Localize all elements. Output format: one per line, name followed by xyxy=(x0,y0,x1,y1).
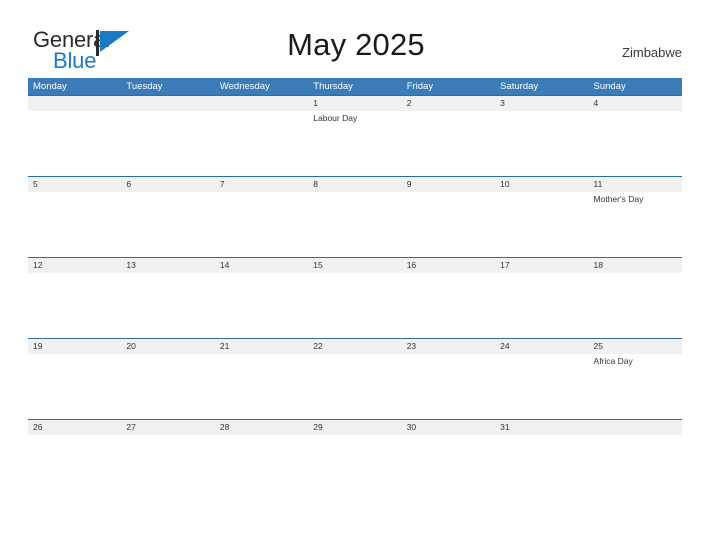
day-event xyxy=(402,192,495,256)
day-number[interactable]: 8 xyxy=(308,177,401,192)
day-number[interactable]: 20 xyxy=(121,339,214,354)
day-number[interactable]: 13 xyxy=(121,258,214,273)
weekday-thursday: Thursday xyxy=(313,81,353,92)
day-number[interactable] xyxy=(589,420,682,435)
calendar-grid: Monday Tuesday Wednesday Thursday Friday… xyxy=(28,78,682,441)
day-event xyxy=(121,273,214,337)
calendar-page: General Blue May 2025 Zimbabwe Monday Tu… xyxy=(0,0,712,550)
day-number[interactable]: 12 xyxy=(28,258,121,273)
weekday-saturday: Saturday xyxy=(500,81,539,92)
week-event-band xyxy=(28,273,682,337)
day-number[interactable]: 2 xyxy=(402,96,495,111)
day-number[interactable]: 1 xyxy=(308,96,401,111)
weekday-friday: Friday xyxy=(406,81,434,92)
day-event xyxy=(121,354,214,418)
week-event-band: Labour Day xyxy=(28,111,682,175)
day-event xyxy=(495,192,588,256)
day-number[interactable]: 26 xyxy=(28,420,121,435)
day-number[interactable]: 25 xyxy=(589,339,682,354)
week-event-band: Africa Day xyxy=(28,354,682,418)
day-number[interactable]: 27 xyxy=(121,420,214,435)
day-number[interactable]: 31 xyxy=(495,420,588,435)
day-event xyxy=(402,354,495,418)
day-number[interactable]: 14 xyxy=(215,258,308,273)
day-event xyxy=(28,111,121,175)
day-event xyxy=(589,111,682,175)
day-event xyxy=(402,111,495,175)
day-event: Africa Day xyxy=(593,356,633,366)
day-event xyxy=(215,192,308,256)
day-event xyxy=(28,354,121,418)
page-header: General Blue May 2025 Zimbabwe xyxy=(0,0,712,78)
day-event xyxy=(215,354,308,418)
day-number[interactable]: 9 xyxy=(402,177,495,192)
day-number[interactable]: 17 xyxy=(495,258,588,273)
week-row: 19 20 21 22 23 24 25 Africa Day xyxy=(28,338,682,419)
day-event: Labour Day xyxy=(313,113,358,123)
day-number[interactable]: 29 xyxy=(308,420,401,435)
day-number[interactable]: 16 xyxy=(402,258,495,273)
day-event xyxy=(28,192,121,256)
week-date-band: 1 2 3 4 xyxy=(28,96,682,111)
country-label: Zimbabwe xyxy=(622,45,682,60)
week-row: 5 6 7 8 9 10 11 Mother's Day xyxy=(28,176,682,257)
day-number[interactable] xyxy=(121,96,214,111)
day-number[interactable] xyxy=(28,96,121,111)
weekday-header-row: Monday Tuesday Wednesday Thursday Friday… xyxy=(28,78,682,95)
day-number[interactable]: 23 xyxy=(402,339,495,354)
day-event xyxy=(28,273,121,337)
week-date-band: 26 27 28 29 30 31 xyxy=(28,420,682,435)
week-row: 12 13 14 15 16 17 18 xyxy=(28,257,682,338)
day-number[interactable]: 7 xyxy=(215,177,308,192)
week-event-band: Mother's Day xyxy=(28,192,682,256)
day-number[interactable]: 18 xyxy=(589,258,682,273)
day-number[interactable]: 28 xyxy=(215,420,308,435)
day-number[interactable]: 21 xyxy=(215,339,308,354)
day-number[interactable]: 10 xyxy=(495,177,588,192)
day-number[interactable]: 5 xyxy=(28,177,121,192)
week-date-band: 12 13 14 15 16 17 18 xyxy=(28,258,682,273)
day-event xyxy=(308,273,401,337)
day-number[interactable]: 11 xyxy=(589,177,682,192)
day-number[interactable]: 3 xyxy=(495,96,588,111)
page-title: May 2025 xyxy=(287,27,425,62)
weekday-sunday: Sunday xyxy=(593,81,626,92)
day-event xyxy=(121,192,214,256)
day-event xyxy=(215,111,308,175)
day-event: Mother's Day xyxy=(593,194,644,204)
day-event xyxy=(121,111,214,175)
day-event xyxy=(495,273,588,337)
day-number[interactable]: 22 xyxy=(308,339,401,354)
weekday-monday: Monday xyxy=(33,81,67,92)
day-number[interactable]: 6 xyxy=(121,177,214,192)
day-number[interactable] xyxy=(215,96,308,111)
day-event xyxy=(495,354,588,418)
weekday-tuesday: Tuesday xyxy=(126,81,163,92)
week-date-band: 19 20 21 22 23 24 25 xyxy=(28,339,682,354)
weekday-wednesday: Wednesday xyxy=(219,81,270,92)
day-number[interactable]: 19 xyxy=(28,339,121,354)
week-row: 1 2 3 4 Labour Day xyxy=(28,95,682,176)
week-row: 26 27 28 29 30 31 xyxy=(28,419,682,441)
day-event xyxy=(215,273,308,337)
day-event xyxy=(495,111,588,175)
day-number[interactable]: 30 xyxy=(402,420,495,435)
day-number[interactable]: 15 xyxy=(308,258,401,273)
day-event xyxy=(402,273,495,337)
day-event xyxy=(308,354,401,418)
day-number[interactable]: 4 xyxy=(589,96,682,111)
day-number[interactable]: 24 xyxy=(495,339,588,354)
day-event xyxy=(589,273,682,337)
week-date-band: 5 6 7 8 9 10 11 xyxy=(28,177,682,192)
day-event xyxy=(308,192,401,256)
